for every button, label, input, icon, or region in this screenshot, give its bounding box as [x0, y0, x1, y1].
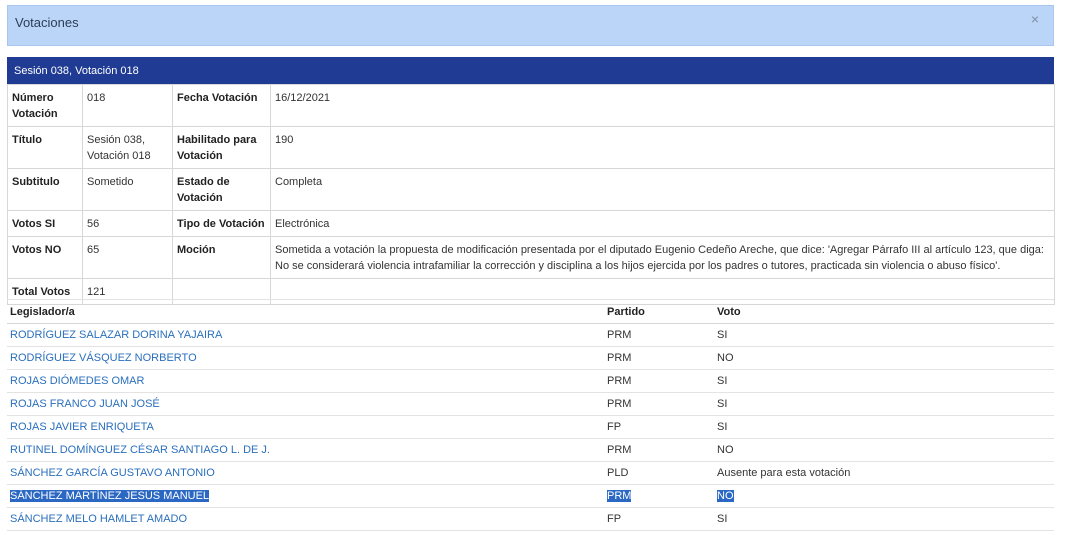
legislator-link[interactable]: ROJAS DIÓMEDES OMAR: [10, 375, 144, 387]
legislator-link[interactable]: ROJAS FRANCO JUAN JOSÉ: [10, 398, 160, 410]
column-header-partido: Partido: [604, 299, 714, 324]
table-row: ROJAS FRANCO JUAN JOSÉ PRM SI: [7, 392, 1054, 416]
titulo-value: Sesión 038, Votación 018: [82, 126, 173, 169]
legislator-link[interactable]: RODRÍGUEZ SALAZAR DORINA YAJAIRA: [10, 329, 222, 341]
table-row: ROJAS DIÓMEDES OMAR PRM SI: [7, 369, 1054, 393]
vote-cell: SI: [714, 507, 1054, 531]
table-row: SÁNCHEZ GARCÍA GUSTAVO ANTONIO PLD Ausen…: [7, 461, 1054, 485]
modal-title: Votaciones: [15, 15, 79, 30]
legislator-link[interactable]: ROJAS JAVIER ENRIQUETA: [10, 421, 154, 433]
party-cell: PRM: [604, 346, 714, 370]
table-row: ROJAS JAVIER ENRIQUETA FP SI: [7, 415, 1054, 439]
party-cell: PRM: [607, 490, 632, 502]
titulo-label: Título: [7, 126, 83, 169]
party-cell: PLD: [604, 461, 714, 485]
vote-cell: SI: [714, 415, 1054, 439]
party-cell: PRM: [604, 392, 714, 416]
table-row: RODRÍGUEZ VÁSQUEZ NORBERTO PRM NO: [7, 346, 1054, 370]
votos-no-label: Votos NO: [7, 236, 83, 279]
tipo-votacion-value: Electrónica: [270, 210, 1055, 237]
estado-votacion-label: Estado de Votación: [172, 168, 271, 211]
legislator-link[interactable]: SÁNCHEZ MELO HAMLET AMADO: [10, 513, 187, 525]
votos-no-value: 65: [82, 236, 173, 279]
habilitado-label: Habilitado para Votación: [172, 126, 271, 169]
vote-cell: NO: [714, 346, 1054, 370]
vote-cell: NO: [714, 438, 1054, 462]
vote-cell: NO: [717, 490, 734, 502]
subtitulo-value: Sometido: [82, 168, 173, 211]
modal-header: Votaciones ×: [7, 5, 1054, 46]
table-row: RUTINEL DOMÍNGUEZ CÉSAR SANTIAGO L. DE J…: [7, 438, 1054, 462]
legislator-link[interactable]: RUTINEL DOMÍNGUEZ CÉSAR SANTIAGO L. DE J…: [10, 444, 270, 456]
vote-info-table: Número Votación 018 Fecha Votación 16/12…: [7, 84, 1055, 305]
subtitulo-label: Subtitulo: [7, 168, 83, 211]
column-header-voto: Voto: [714, 299, 1054, 324]
estado-votacion-value: Completa: [270, 168, 1055, 211]
party-cell: PRM: [604, 369, 714, 393]
numero-votacion-label: Número Votación: [7, 84, 83, 127]
legislator-votes-table: Legislador/a Partido Voto RODRÍGUEZ SALA…: [7, 299, 1054, 531]
session-header-text: Sesión 038, Votación 018: [14, 65, 139, 77]
close-icon[interactable]: ×: [1031, 12, 1039, 26]
party-cell: FP: [604, 415, 714, 439]
party-cell: PRM: [604, 323, 714, 347]
vote-cell: SI: [714, 392, 1054, 416]
party-cell: PRM: [604, 438, 714, 462]
vote-cell: Ausente para esta votación: [714, 461, 1054, 485]
fecha-votacion-value: 16/12/2021: [270, 84, 1055, 127]
mocion-value: Sometida a votación la propuesta de modi…: [270, 236, 1055, 279]
table-row: RODRÍGUEZ SALAZAR DORINA YAJAIRA PRM SI: [7, 323, 1054, 347]
legislator-link[interactable]: SÁNCHEZ GARCÍA GUSTAVO ANTONIO: [10, 467, 215, 479]
table-row: SÁNCHEZ MELO HAMLET AMADO FP SI: [7, 507, 1054, 531]
mocion-label: Moción: [172, 236, 271, 279]
tipo-votacion-label: Tipo de Votación: [172, 210, 271, 237]
numero-votacion-value: 018: [82, 84, 173, 127]
vote-cell: SI: [714, 323, 1054, 347]
table-row-selected: SÁNCHEZ MARTÍNEZ JESÚS MANUEL PRM NO: [7, 484, 1054, 508]
legislator-link[interactable]: SÁNCHEZ MARTÍNEZ JESÚS MANUEL: [10, 490, 210, 502]
votos-si-label: Votos SI: [7, 210, 83, 237]
vote-cell: SI: [714, 369, 1054, 393]
votos-si-value: 56: [82, 210, 173, 237]
legislator-link[interactable]: RODRÍGUEZ VÁSQUEZ NORBERTO: [10, 352, 197, 364]
fecha-votacion-label: Fecha Votación: [172, 84, 271, 127]
habilitado-value: 190: [270, 126, 1055, 169]
column-header-legislador: Legislador/a: [7, 299, 604, 324]
session-header-bar: Sesión 038, Votación 018: [7, 57, 1054, 84]
party-cell: FP: [604, 507, 714, 531]
